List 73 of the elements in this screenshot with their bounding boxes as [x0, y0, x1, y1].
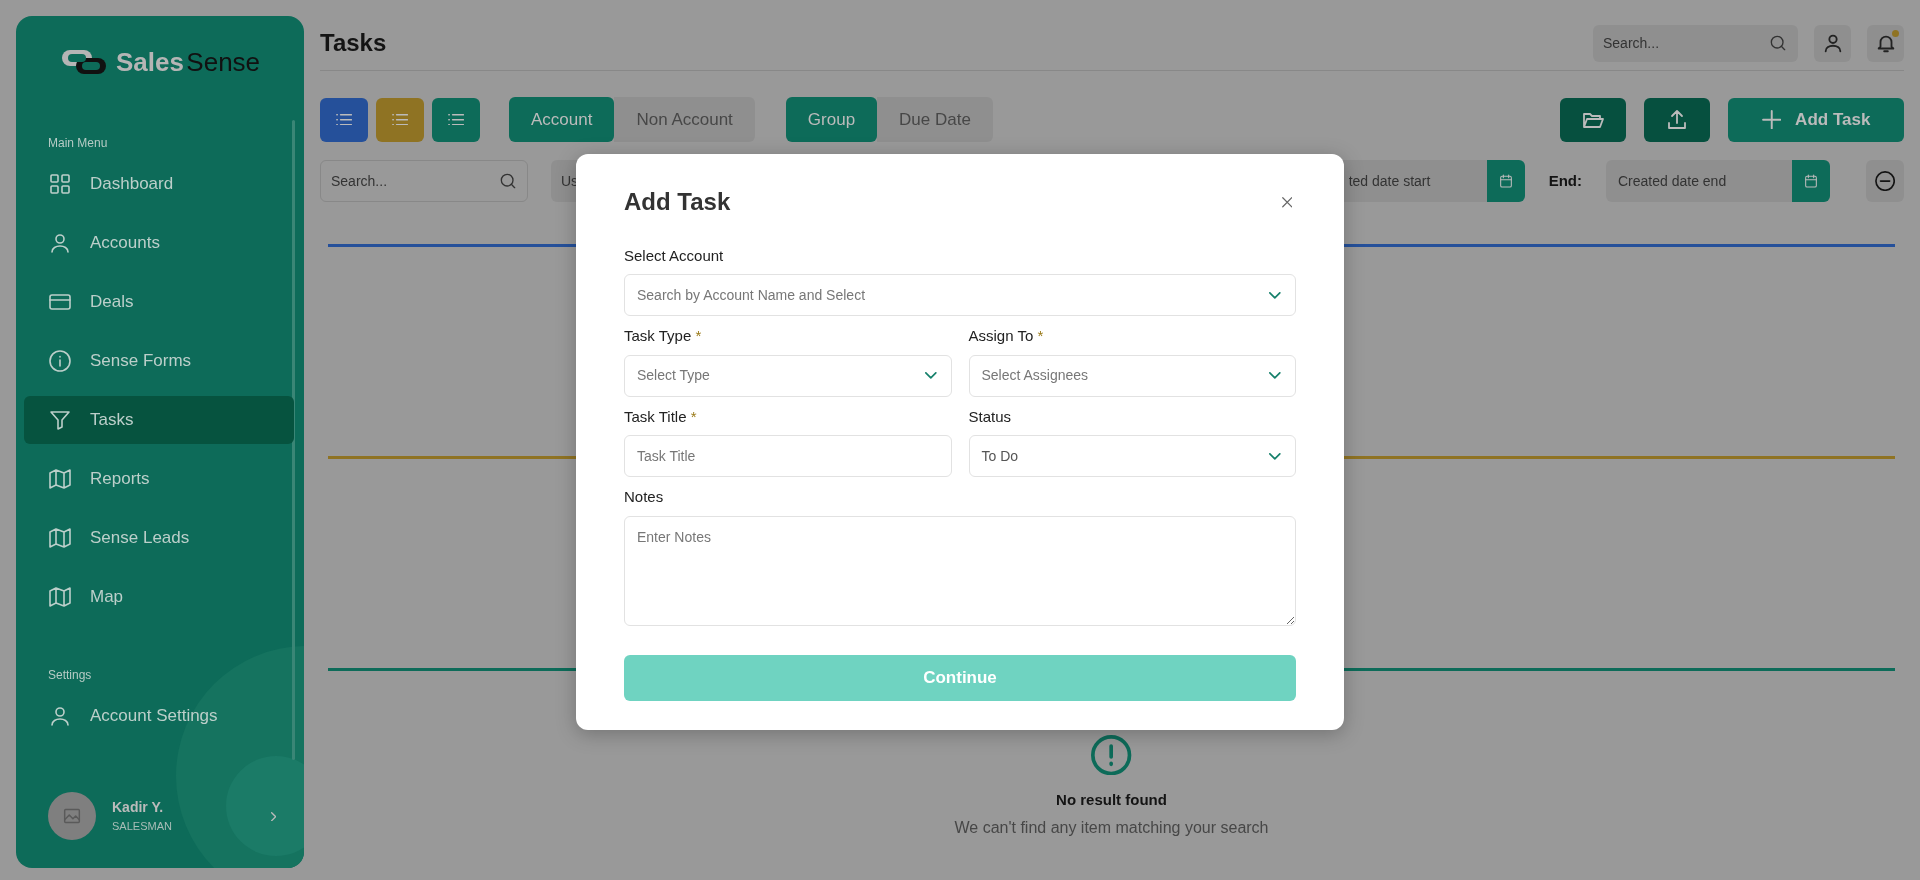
plus-icon	[1761, 109, 1782, 130]
field-label: Assign To *	[968, 326, 1045, 347]
field-label: Notes	[624, 487, 665, 508]
sidebar-item[interactable]: Sense Forms	[24, 337, 294, 385]
clear-button[interactable]	[1866, 160, 1904, 202]
notifications-button[interactable]	[1867, 24, 1904, 62]
add-task-button[interactable]: Add Task	[1728, 97, 1904, 142]
folder-button[interactable]	[1560, 97, 1626, 142]
section-heading: Main Menu	[47, 135, 109, 152]
user-role: SALESMAN	[112, 819, 172, 835]
sidebar-item[interactable]: Deals	[24, 278, 294, 326]
chevron-right-icon	[270, 812, 276, 822]
chevron-down-icon	[1269, 291, 1281, 299]
section-heading: Settings	[47, 667, 93, 684]
field-label: Task Type *	[624, 326, 703, 347]
alert-icon	[1091, 735, 1132, 776]
search-icon	[498, 171, 518, 191]
person-icon	[48, 231, 72, 255]
sidebar-item[interactable]: Dashboard	[24, 160, 294, 208]
end-date-field[interactable]: Created date end	[1606, 160, 1792, 202]
dropdown-field[interactable]: Search by Account Name and Select	[624, 274, 1296, 317]
end-label: End:	[1548, 170, 1582, 191]
calendar-icon	[1803, 173, 1819, 189]
grid-icon	[48, 172, 72, 196]
sidebar-item[interactable]: Map	[24, 573, 294, 621]
sidebar-item[interactable]: Tasks	[24, 396, 294, 444]
dropdown-field[interactable]: Select Type	[624, 354, 952, 397]
sidebar-item[interactable]: Reports	[24, 455, 294, 503]
sidebar-item[interactable]: Accounts	[24, 219, 294, 267]
calendar-button[interactable]	[1792, 160, 1830, 202]
toggle-tab[interactable]: Account	[509, 97, 615, 142]
calendar-icon	[1497, 173, 1514, 189]
user-name: Kadir Y.	[112, 798, 165, 818]
search-field[interactable]: Search...	[1593, 24, 1798, 62]
search-icon	[1768, 33, 1788, 53]
search-field[interactable]: Search...	[320, 160, 528, 202]
sidebar-item[interactable]: Sense Leads	[24, 514, 294, 562]
map-icon	[48, 526, 72, 550]
info-icon	[48, 349, 72, 373]
person-icon	[48, 704, 72, 728]
chevron-down-icon	[924, 372, 937, 380]
field-label: Select Account	[624, 245, 725, 266]
notes-field[interactable]: Enter Notes	[624, 515, 1296, 626]
field-label: Status	[968, 406, 1013, 427]
empty-message: We can't find any item matching your search	[954, 817, 1269, 838]
dropdown-field[interactable]: Select Assignees	[968, 354, 1296, 397]
empty-title: No result found	[1056, 790, 1167, 811]
minus-circle-icon	[1874, 170, 1896, 192]
map-icon	[48, 467, 72, 491]
text-field[interactable]: Task Title	[624, 435, 952, 478]
filter-icon	[48, 408, 72, 432]
profile-button[interactable]	[1814, 24, 1851, 62]
view-button[interactable]	[432, 97, 480, 142]
view-button[interactable]	[320, 97, 368, 142]
toggle-tab[interactable]: Due Date	[877, 97, 993, 142]
dropdown-field[interactable]: To Do	[968, 435, 1296, 478]
sidebar-item[interactable]: Account Settings	[24, 692, 294, 740]
calendar-button[interactable]	[1486, 160, 1525, 202]
upload-icon	[1665, 107, 1689, 132]
list-icon	[447, 113, 465, 126]
chevron-down-icon	[1269, 452, 1281, 460]
chevron-down-icon	[1269, 372, 1281, 380]
toggle-tab[interactable]: Non Account	[614, 97, 755, 142]
field-label: Task Title *	[624, 406, 698, 427]
logo-text: SalesSense	[115, 45, 261, 79]
toggle-tab[interactable]: Group	[785, 97, 878, 142]
list-icon	[335, 113, 353, 126]
modal-title: Add Task	[624, 188, 731, 217]
close-icon	[1281, 197, 1292, 208]
upload-button[interactable]	[1644, 97, 1710, 142]
list-icon	[391, 113, 409, 126]
map-icon	[48, 585, 72, 609]
page-title: Tasks	[320, 28, 387, 58]
